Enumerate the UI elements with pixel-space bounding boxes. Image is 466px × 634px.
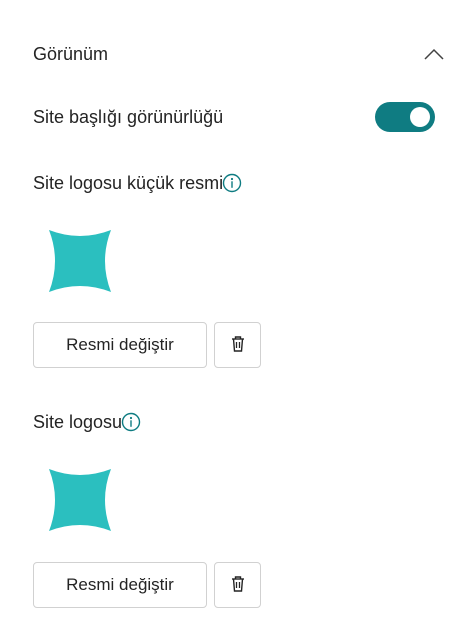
site-logo-delete-button[interactable]	[214, 562, 261, 608]
thumbnail-label-row: Site logosu küçük resmi	[33, 170, 242, 196]
section-header[interactable]: Görünüm	[33, 38, 445, 70]
info-icon[interactable]	[121, 412, 141, 432]
site-logo-label-row: Site logosu	[33, 409, 141, 435]
site-title-visibility-toggle[interactable]	[375, 102, 435, 132]
site-logo-change-image-button[interactable]: Resmi değiştir	[33, 562, 207, 608]
site-logo-image	[47, 467, 113, 533]
thumbnail-delete-button[interactable]	[214, 322, 261, 368]
thumbnail-change-image-button[interactable]: Resmi değiştir	[33, 322, 207, 368]
info-icon[interactable]	[222, 173, 242, 193]
site-logo-actions: Resmi değiştir	[33, 562, 261, 608]
site-logo-label: Site logosu	[33, 411, 123, 432]
trash-icon	[228, 574, 248, 597]
thumbnail-actions: Resmi değiştir	[33, 322, 261, 368]
trash-icon	[228, 334, 248, 357]
appearance-panel: Görünüm Site başlığı görünürlüğü Site lo…	[0, 0, 466, 634]
thumbnail-logo-image	[47, 228, 113, 294]
section-title: Görünüm	[33, 43, 109, 64]
thumbnail-label: Site logosu küçük resmi	[33, 172, 224, 193]
chevron-up-icon[interactable]	[423, 43, 445, 65]
site-title-visibility-label: Site başlığı görünürlüğü	[33, 106, 224, 127]
toggle-knob	[410, 107, 430, 127]
site-title-visibility-row: Site başlığı görünürlüğü	[33, 100, 435, 134]
